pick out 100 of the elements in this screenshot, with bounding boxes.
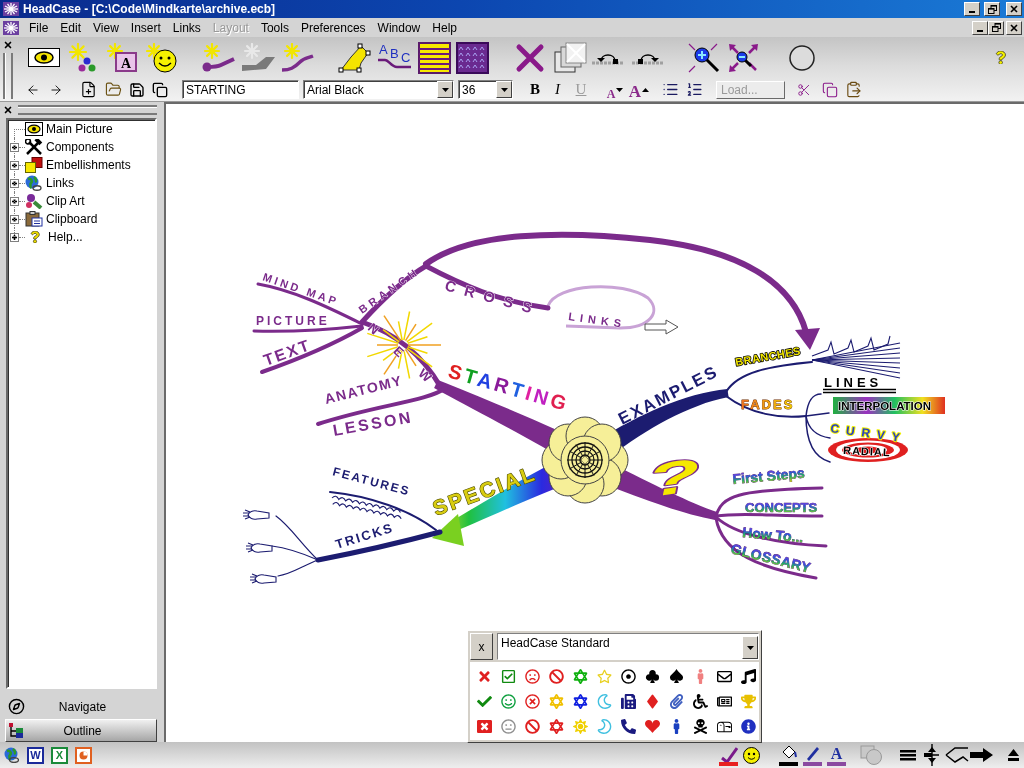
close-icon bbox=[1010, 5, 1018, 13]
heart-icon[interactable] bbox=[644, 719, 660, 734]
menu-item[interactable]: File bbox=[23, 20, 55, 35]
close-button[interactable]: x bbox=[470, 633, 493, 660]
smiley-icon[interactable] bbox=[500, 694, 516, 709]
open-folder-icon bbox=[105, 81, 122, 98]
tree-item[interactable]: Main Picture bbox=[46, 122, 113, 136]
fax-machine-icon[interactable] bbox=[620, 694, 636, 709]
new-file-button[interactable] bbox=[79, 79, 97, 100]
menu-item[interactable]: Preferences bbox=[294, 20, 372, 35]
stacked-pages-icon bbox=[152, 81, 168, 98]
restore-button[interactable] bbox=[988, 20, 1004, 35]
menu-item[interactable]: Window bbox=[371, 20, 427, 35]
panel-tab[interactable]: Outline bbox=[5, 719, 157, 742]
expand-toggle[interactable] bbox=[10, 142, 19, 152]
text-color-button[interactable]: A bbox=[827, 744, 846, 766]
branch-text-button[interactable]: ABC bbox=[377, 40, 412, 75]
stripes-button[interactable] bbox=[418, 40, 451, 75]
minimize-button[interactable] bbox=[972, 20, 988, 35]
eye-icon bbox=[28, 48, 60, 67]
star-icon[interactable] bbox=[596, 669, 612, 684]
close-button[interactable] bbox=[1006, 20, 1022, 35]
text-box-button[interactable]: A bbox=[106, 40, 138, 75]
pattern-icon bbox=[456, 41, 489, 74]
expand-toggle[interactable] bbox=[10, 178, 19, 188]
help-icon bbox=[994, 50, 1008, 65]
menu-item[interactable]: Edit bbox=[54, 20, 88, 35]
stacked-windows-button[interactable] bbox=[553, 40, 587, 75]
tree-item[interactable]: Embellishments bbox=[46, 158, 131, 172]
restore-button[interactable] bbox=[984, 2, 1000, 16]
menu-item[interactable]: Insert bbox=[124, 20, 167, 35]
newspaper-icon[interactable] bbox=[716, 694, 732, 709]
tree-item[interactable]: Help... bbox=[48, 230, 83, 244]
grip-handle[interactable] bbox=[3, 53, 13, 99]
club-icon[interactable] bbox=[644, 669, 660, 684]
font-size-dropdown[interactable]: 36 bbox=[458, 80, 513, 99]
bold-button[interactable]: B bbox=[526, 79, 544, 100]
check-icon[interactable] bbox=[476, 694, 492, 709]
dropdown-button[interactable] bbox=[742, 636, 758, 659]
panel-tab[interactable]: Navigate bbox=[5, 695, 157, 718]
curve-branch-button[interactable] bbox=[280, 40, 314, 75]
music-note-icon[interactable] bbox=[740, 669, 756, 684]
arrow-icon bbox=[970, 748, 993, 762]
wheelchair-icon[interactable] bbox=[692, 694, 708, 709]
grip-handle[interactable] bbox=[18, 105, 157, 115]
mailbox-icon[interactable] bbox=[716, 719, 732, 734]
pen-icon bbox=[803, 744, 822, 766]
info-icon[interactable] bbox=[740, 719, 756, 734]
expand-toggle[interactable] bbox=[10, 232, 19, 242]
menu-item[interactable]: View bbox=[87, 20, 125, 35]
smiley-button[interactable] bbox=[146, 40, 178, 75]
dropdown-button[interactable] bbox=[496, 81, 512, 98]
sad-face-icon[interactable] bbox=[524, 669, 540, 684]
spade-icon[interactable] bbox=[668, 669, 684, 684]
tree-item[interactable]: Clipboard bbox=[46, 212, 98, 226]
caret-down-icon bbox=[616, 87, 624, 92]
phone-handset-icon[interactable] bbox=[620, 719, 636, 734]
expand-toggle[interactable] bbox=[10, 160, 19, 170]
diamond-icon[interactable] bbox=[644, 694, 660, 709]
node-text-field[interactable]: STARTING bbox=[182, 80, 299, 99]
shrink-font-button[interactable]: A bbox=[604, 79, 626, 100]
tree-item[interactable]: Links bbox=[46, 176, 74, 190]
pen-icon bbox=[719, 744, 738, 766]
skull-crossbones-icon[interactable] bbox=[692, 719, 708, 734]
close-button[interactable] bbox=[1006, 2, 1022, 16]
app-shortcut-button[interactable]: W bbox=[27, 746, 44, 764]
checkbox-icon[interactable] bbox=[500, 669, 516, 684]
italic-button[interactable]: I bbox=[550, 79, 565, 100]
overlapping-squares-icon bbox=[25, 157, 43, 173]
shape-button[interactable] bbox=[337, 40, 372, 75]
branch-label: STARTING bbox=[445, 359, 572, 416]
pattern-button[interactable] bbox=[456, 40, 489, 75]
close-icon[interactable] bbox=[3, 40, 13, 50]
font-dropdown[interactable]: Arial Black bbox=[303, 80, 454, 99]
paperclip-icon[interactable] bbox=[668, 694, 684, 709]
tree-item[interactable]: Clip Art bbox=[46, 194, 85, 208]
tree-diagram-icon bbox=[8, 722, 25, 739]
hexagram-icon[interactable] bbox=[548, 719, 564, 734]
branch-label: How To... bbox=[741, 524, 805, 546]
minimize-button[interactable] bbox=[964, 2, 980, 16]
menu-item[interactable]: Tools bbox=[254, 20, 295, 35]
tree-item[interactable]: Components bbox=[46, 140, 115, 154]
dropdown-button[interactable] bbox=[437, 81, 453, 98]
symbol-set-dropdown[interactable]: HeadCase Standard bbox=[497, 633, 759, 660]
hexagram-icon[interactable] bbox=[572, 694, 588, 709]
app-shortcut-button[interactable]: X bbox=[51, 746, 68, 764]
expand-toggle[interactable] bbox=[10, 214, 19, 224]
menu-item[interactable]: Help bbox=[426, 20, 463, 35]
x-box-icon[interactable] bbox=[476, 719, 492, 734]
expand-toggle[interactable] bbox=[10, 196, 19, 206]
envelope-icon[interactable] bbox=[716, 669, 732, 684]
menu-item[interactable]: Links bbox=[166, 20, 207, 35]
minimize-icon bbox=[977, 29, 983, 32]
branch-label: First Steps bbox=[731, 464, 806, 487]
no-entry-icon[interactable] bbox=[548, 669, 564, 684]
no-entry-icon[interactable] bbox=[524, 719, 540, 734]
grow-font-button[interactable]: A bbox=[628, 79, 650, 100]
close-icon bbox=[1010, 23, 1018, 32]
neutral-face-icon[interactable] bbox=[500, 719, 516, 734]
close-icon[interactable] bbox=[3, 105, 13, 115]
